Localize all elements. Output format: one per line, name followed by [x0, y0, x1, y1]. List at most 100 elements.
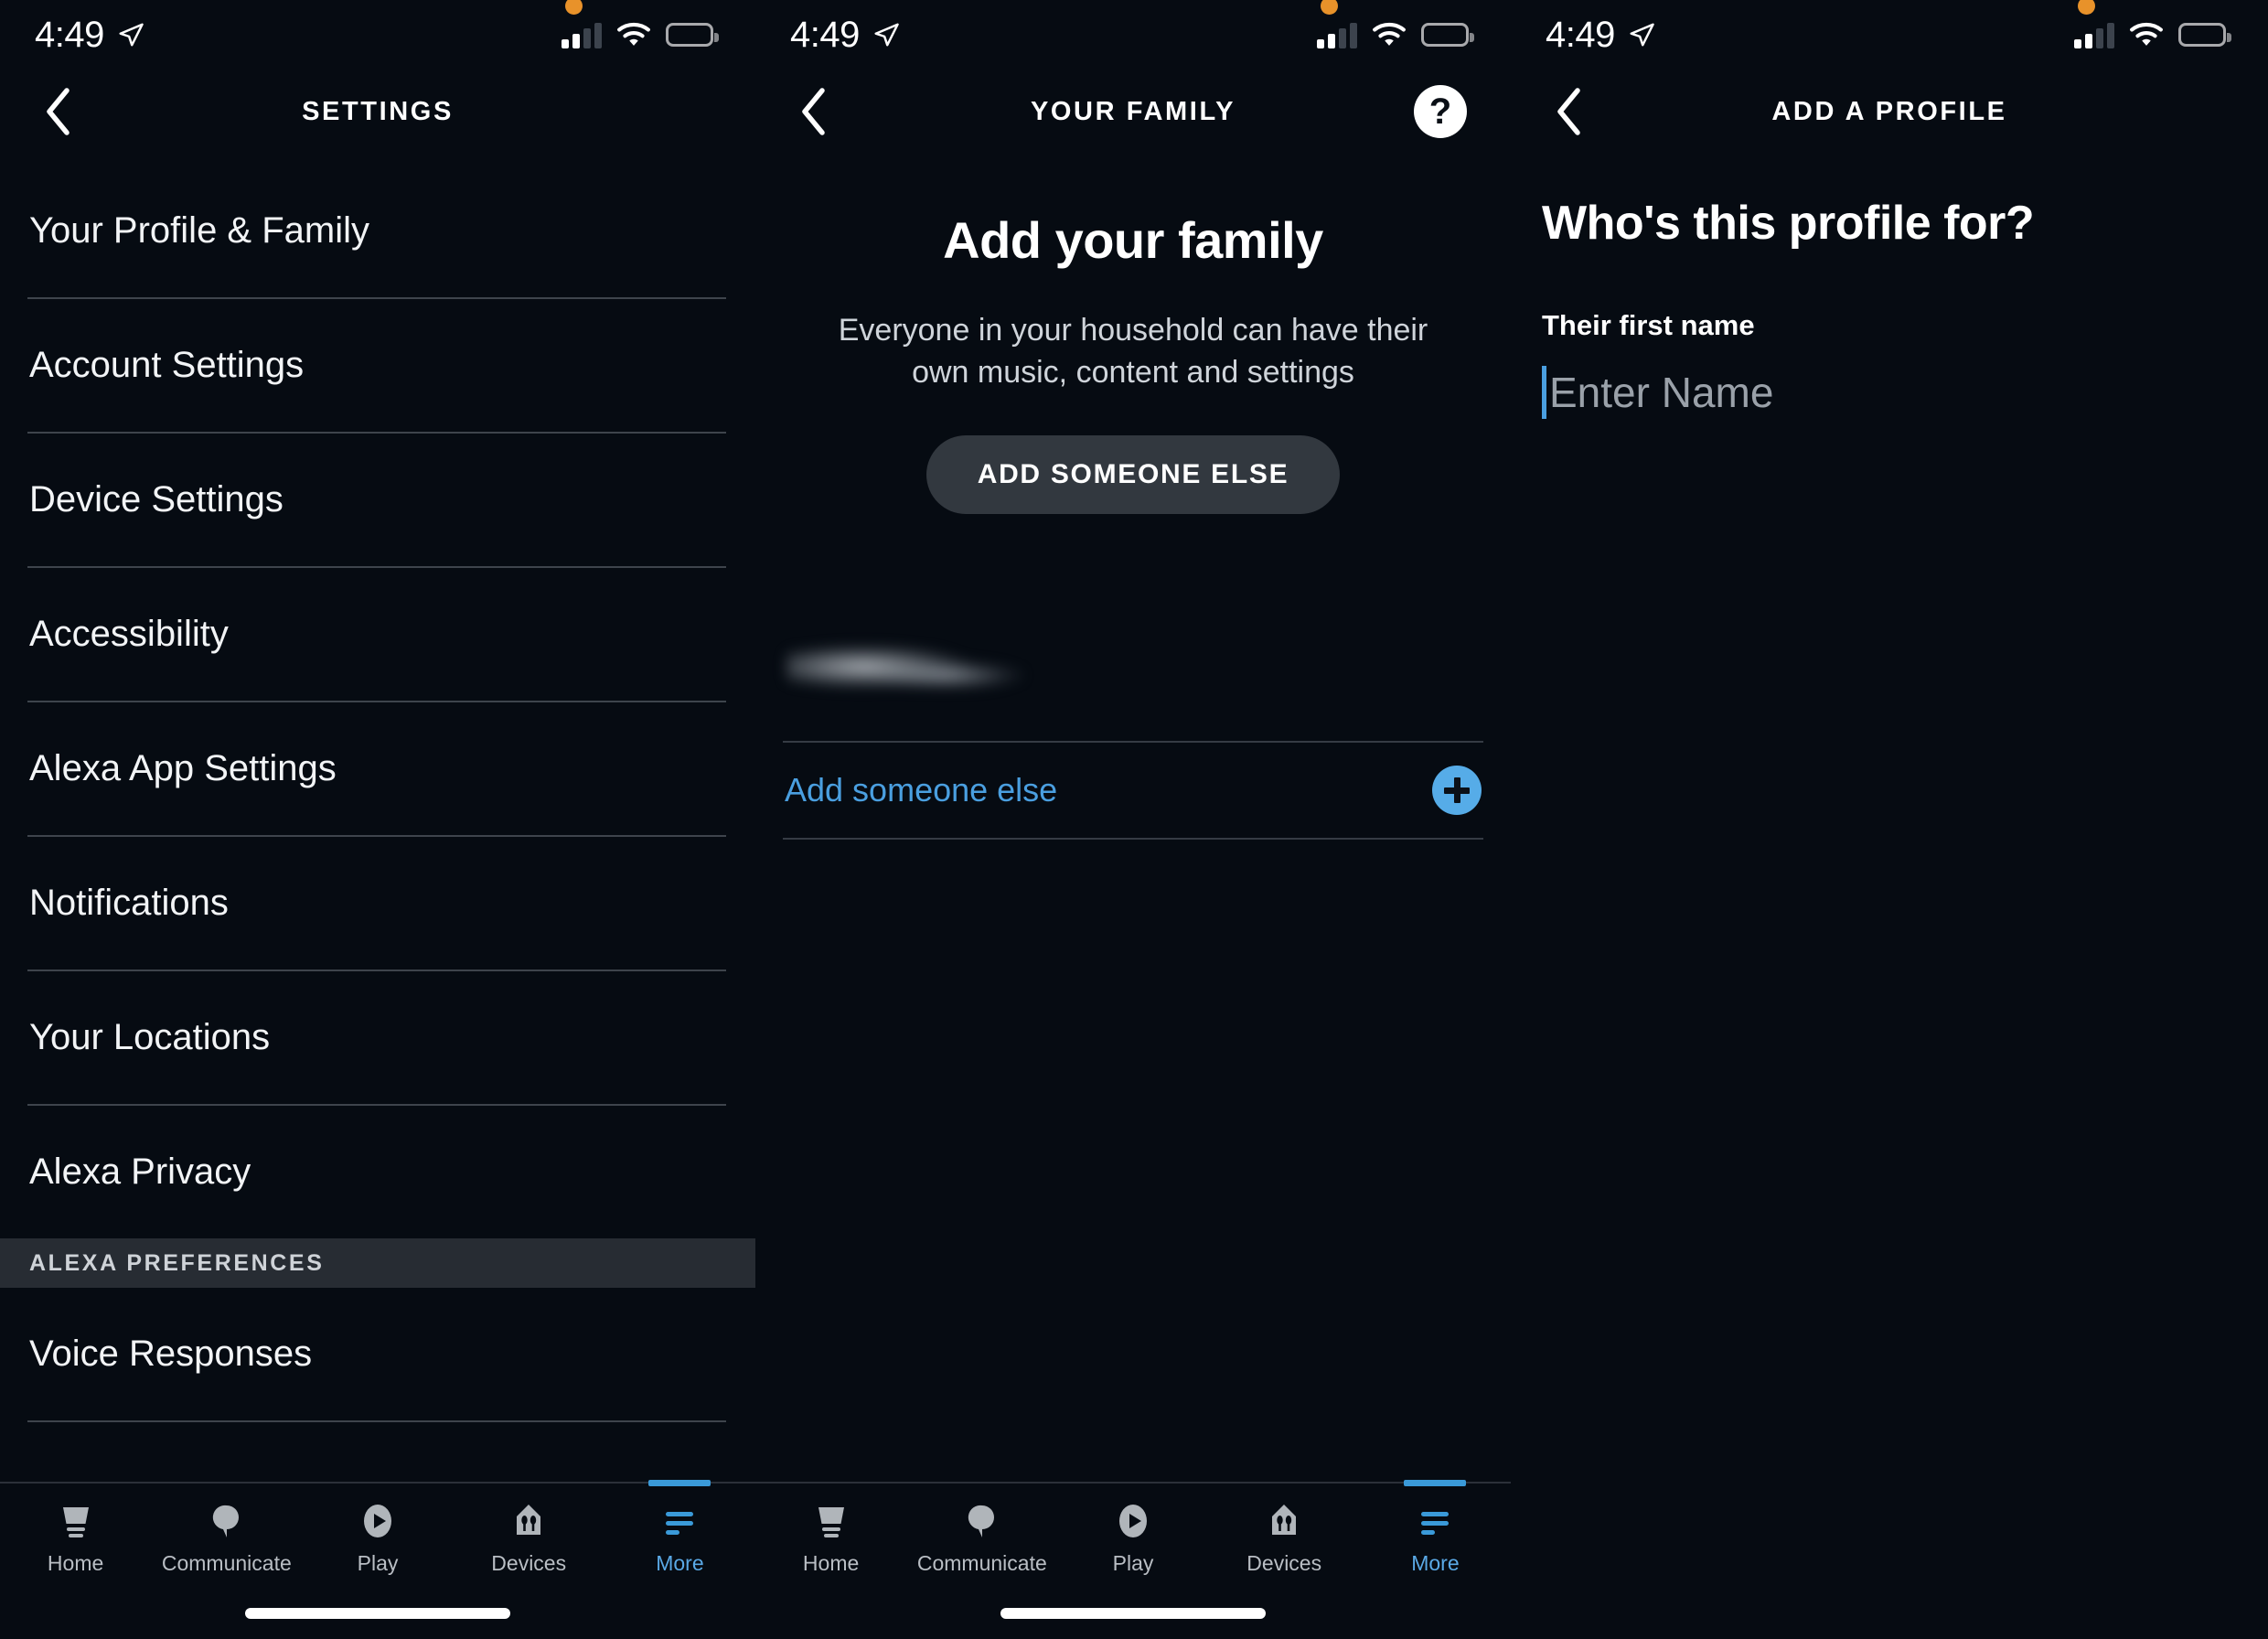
- panel-your-family: 4:49 YOUR FAMILY ? Add your family Every…: [755, 0, 1511, 1639]
- recording-indicator-dot: [565, 0, 583, 15]
- panel-settings: 4:49 SETTINGS Your Profile & Family Acco…: [0, 0, 755, 1639]
- settings-list: Your Profile & Family Account Settings D…: [0, 154, 755, 1422]
- page-title-add-a-profile: ADD A PROFILE: [1771, 96, 2007, 126]
- tab-label: More: [656, 1551, 704, 1575]
- tab-more[interactable]: More: [1360, 1480, 1511, 1591]
- status-bar-1: 4:49: [0, 0, 755, 70]
- devices-house-icon: [1263, 1496, 1305, 1546]
- home-indicator[interactable]: [245, 1608, 510, 1619]
- status-time: 4:49: [790, 14, 860, 55]
- tab-more[interactable]: More: [604, 1480, 755, 1591]
- cellular-signal-icon: [562, 21, 602, 48]
- tab-communicate[interactable]: Communicate: [151, 1484, 302, 1591]
- help-icon-label: ?: [1428, 91, 1452, 132]
- panel-add-a-profile: 4:49 ADD A PROFILE Who's this profile fo…: [1511, 0, 2268, 1639]
- chevron-left-icon: [1557, 88, 1580, 135]
- tab-devices[interactable]: Devices: [1209, 1484, 1360, 1591]
- location-arrow-icon: [1630, 23, 1654, 47]
- location-arrow-icon: [119, 23, 144, 47]
- settings-item-label: Your Profile & Family: [29, 210, 369, 251]
- settings-item-your-locations[interactable]: Your Locations: [0, 971, 755, 1104]
- add-someone-else-row[interactable]: Add someone else: [755, 743, 1511, 838]
- tab-label: Home: [47, 1551, 104, 1575]
- status-left: 4:49: [790, 15, 900, 56]
- back-button-your-family[interactable]: [786, 84, 841, 139]
- section-header-label: ALEXA PREFERENCES: [29, 1249, 325, 1276]
- settings-item-label: Device Settings: [29, 479, 284, 520]
- tab-home[interactable]: Home: [755, 1484, 906, 1591]
- family-subtitle: Everyone in your household can have thei…: [838, 313, 1428, 390]
- settings-item-notifications[interactable]: Notifications: [0, 837, 755, 969]
- status-right: [1317, 0, 1474, 48]
- settings-item-label: Alexa App Settings: [29, 748, 337, 788]
- battery-icon: [1421, 23, 1474, 47]
- status-right: [562, 0, 719, 48]
- divider: [27, 1420, 726, 1422]
- tab-communicate[interactable]: Communicate: [906, 1484, 1057, 1591]
- tab-play[interactable]: Play: [1057, 1484, 1208, 1591]
- tab-label: Play: [1112, 1551, 1154, 1575]
- plus-circle-icon[interactable]: [1432, 766, 1482, 816]
- recording-indicator-dot: [1321, 0, 1338, 15]
- redacted-member-name: [786, 640, 1026, 702]
- cellular-signal-icon: [1317, 21, 1357, 48]
- page-title-your-family: YOUR FAMILY: [1030, 96, 1236, 126]
- profile-heading: Who's this profile for?: [1542, 197, 2035, 250]
- help-question-icon[interactable]: ?: [1414, 85, 1467, 138]
- tab-label: Play: [357, 1551, 399, 1575]
- location-arrow-icon: [874, 23, 899, 47]
- status-time: 4:49: [1546, 14, 1615, 55]
- text-caret: [1542, 366, 1546, 419]
- speech-bubble-icon: [206, 1496, 248, 1546]
- recording-indicator-dot: [2078, 0, 2095, 15]
- tab-home[interactable]: Home: [0, 1484, 151, 1591]
- wifi-icon: [1373, 22, 1406, 46]
- tab-active-indicator: [648, 1480, 711, 1486]
- tab-devices[interactable]: Devices: [454, 1484, 604, 1591]
- tab-play[interactable]: Play: [302, 1484, 453, 1591]
- settings-item-label: Voice Responses: [29, 1334, 313, 1374]
- back-button-add-a-profile[interactable]: [1542, 84, 1597, 139]
- settings-item-label: Notifications: [29, 883, 229, 923]
- play-circle-icon: [1112, 1496, 1154, 1546]
- section-header-alexa-preferences: ALEXA PREFERENCES: [0, 1238, 755, 1288]
- status-bar-3: 4:49: [1511, 0, 2268, 70]
- settings-item-voice-responses[interactable]: Voice Responses: [0, 1288, 755, 1420]
- speech-bubble-icon: [961, 1496, 1003, 1546]
- tab-label: More: [1411, 1551, 1460, 1575]
- chevron-left-icon: [802, 88, 825, 135]
- settings-item-label: Alexa Privacy: [29, 1152, 251, 1192]
- settings-item-account-settings[interactable]: Account Settings: [0, 299, 755, 432]
- first-name-input[interactable]: Enter Name: [1542, 366, 2268, 419]
- tab-label: Devices: [491, 1551, 567, 1575]
- settings-item-label: Your Locations: [29, 1017, 271, 1057]
- tab-label: Communicate: [161, 1551, 292, 1575]
- hamburger-menu-icon: [658, 1496, 701, 1546]
- status-left: 4:49: [1546, 15, 1655, 56]
- settings-item-alexa-app-settings[interactable]: Alexa App Settings: [0, 702, 755, 835]
- back-button-settings[interactable]: [31, 84, 86, 139]
- home-indicator[interactable]: [1000, 1608, 1266, 1619]
- settings-item-your-profile-family[interactable]: Your Profile & Family: [0, 165, 755, 297]
- battery-icon: [2178, 23, 2231, 47]
- tab-label: Devices: [1246, 1551, 1322, 1575]
- cellular-signal-icon: [2074, 21, 2114, 48]
- add-someone-else-label: Add someone else: [785, 771, 1058, 809]
- battery-icon: [666, 23, 719, 47]
- wifi-icon: [617, 22, 650, 46]
- status-left: 4:49: [35, 15, 144, 56]
- settings-item-alexa-privacy[interactable]: Alexa Privacy: [0, 1106, 755, 1238]
- add-someone-else-button[interactable]: ADD SOMEONE ELSE: [925, 435, 1341, 515]
- first-name-field-label: Their first name: [1542, 309, 1755, 341]
- settings-item-device-settings[interactable]: Device Settings: [0, 434, 755, 566]
- tab-label: Communicate: [916, 1551, 1047, 1575]
- nav-bar-add-a-profile: ADD A PROFILE: [1511, 70, 2268, 154]
- settings-item-accessibility[interactable]: Accessibility: [0, 568, 755, 701]
- hamburger-menu-icon: [1414, 1496, 1456, 1546]
- settings-item-label: Account Settings: [29, 345, 305, 385]
- tab-active-indicator: [1404, 1480, 1467, 1486]
- nav-bar-your-family: YOUR FAMILY ?: [755, 70, 1511, 154]
- settings-item-label: Accessibility: [29, 614, 229, 654]
- devices-house-icon: [508, 1496, 550, 1546]
- first-name-placeholder: Enter Name: [1549, 369, 1774, 416]
